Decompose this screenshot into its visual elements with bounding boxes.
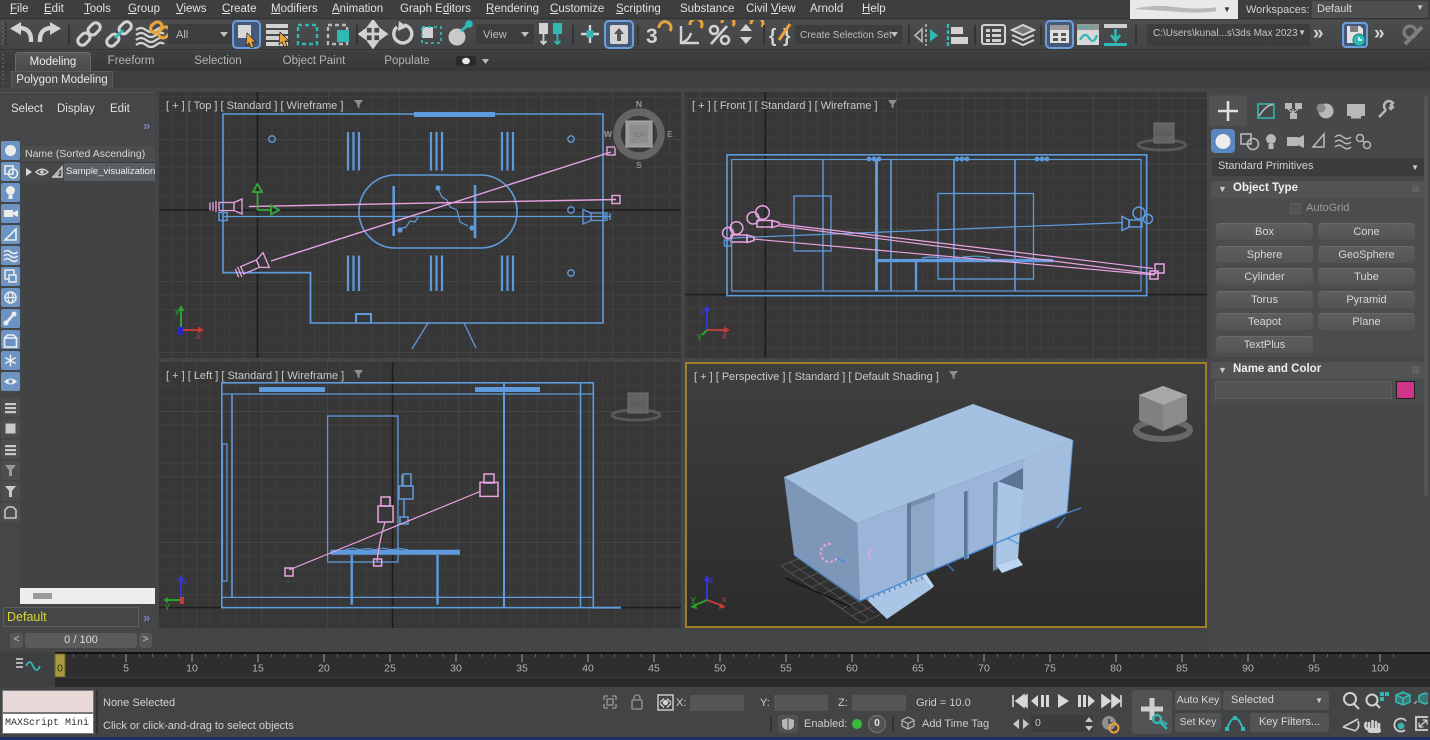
- svg-text:z: z: [183, 576, 188, 586]
- svg-text:y: y: [691, 594, 696, 604]
- svg-text:TOP: TOP: [633, 133, 645, 139]
- svg-text:FRONT: FRONT: [1155, 132, 1175, 138]
- svg-text:75: 75: [1044, 663, 1056, 675]
- svg-text:5: 5: [123, 663, 129, 675]
- svg-text:20: 20: [318, 663, 330, 675]
- svg-text:W: W: [604, 129, 613, 139]
- svg-text:50: 50: [714, 663, 726, 675]
- svg-text:80: 80: [1110, 663, 1122, 675]
- svg-text:x: x: [722, 331, 727, 340]
- svg-text:All: All: [176, 29, 188, 41]
- svg-text:70: 70: [978, 663, 990, 675]
- svg-text:15: 15: [252, 663, 264, 675]
- svg-text:y: y: [165, 601, 170, 610]
- svg-text:45: 45: [648, 663, 660, 675]
- svg-text:60: 60: [846, 663, 858, 675]
- svg-text:35: 35: [516, 663, 528, 675]
- svg-text:N: N: [636, 99, 642, 109]
- svg-text:3: 3: [646, 25, 658, 48]
- svg-text:S: S: [636, 160, 642, 170]
- svg-text:x: x: [722, 594, 727, 604]
- svg-text:E: E: [667, 129, 673, 139]
- svg-text:Create Selection Set: Create Selection Set: [800, 30, 892, 41]
- svg-text:90: 90: [1242, 663, 1254, 675]
- svg-text:65: 65: [912, 663, 924, 675]
- svg-text:x: x: [196, 331, 201, 340]
- svg-text:40: 40: [582, 663, 594, 675]
- svg-text:10: 10: [186, 663, 198, 675]
- svg-text:85: 85: [1176, 663, 1188, 675]
- svg-text:0: 0: [57, 663, 63, 675]
- svg-text:100: 100: [1371, 663, 1389, 675]
- svg-text:55: 55: [780, 663, 792, 675]
- svg-text:z: z: [701, 306, 706, 316]
- svg-text:LEFT: LEFT: [631, 402, 645, 408]
- svg-text:y: y: [175, 306, 180, 316]
- svg-text:{: {: [769, 26, 776, 47]
- svg-text:25: 25: [384, 663, 396, 675]
- svg-text:z: z: [709, 575, 714, 585]
- svg-text:30: 30: [450, 663, 462, 675]
- svg-text:View: View: [483, 29, 507, 41]
- svg-text:y: y: [697, 331, 702, 340]
- svg-text:95: 95: [1308, 663, 1320, 675]
